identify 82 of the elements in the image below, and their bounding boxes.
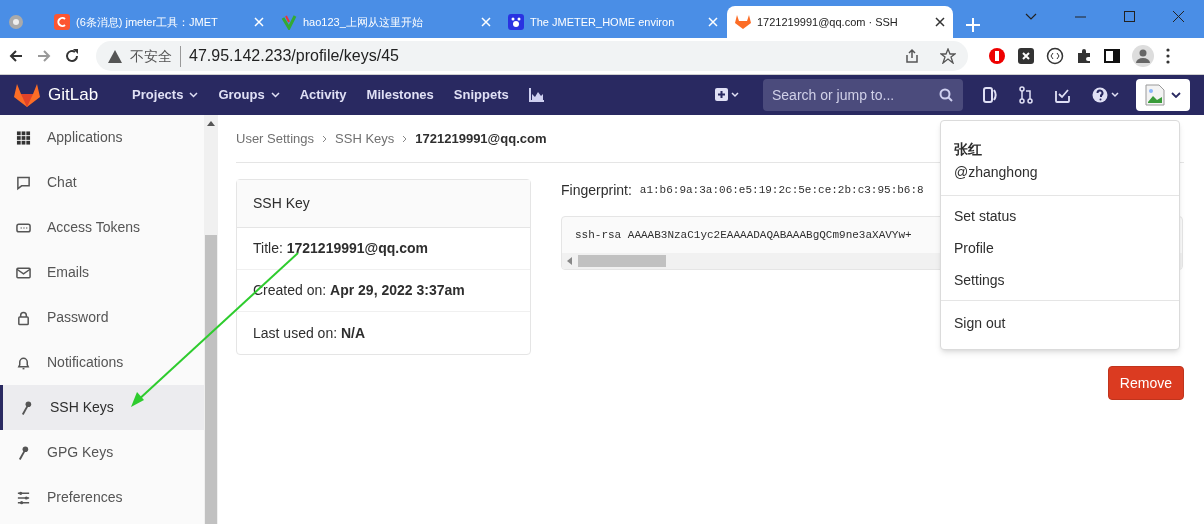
menu-item[interactable]: Set status [941, 200, 1179, 232]
breadcrumb-link[interactable]: SSH Keys [335, 128, 395, 149]
forward-icon[interactable] [36, 48, 52, 64]
extension-icon[interactable] [1018, 48, 1034, 64]
help-icon[interactable] [1092, 87, 1120, 103]
info-row-text: Last used on: N/A [253, 323, 366, 343]
warning-icon [108, 49, 122, 63]
scrollbar-thumb[interactable] [578, 255, 666, 267]
menu-item[interactable]: Settings [941, 264, 1179, 296]
fox-logo-icon[interactable] [14, 83, 40, 107]
sidebar-item[interactable]: Notifications [0, 340, 204, 385]
sidebar-item[interactable]: Chat [0, 160, 204, 205]
sidebar-item[interactable]: Emails [0, 250, 204, 295]
key-icon [19, 399, 34, 416]
sidebar-item[interactable]: Access Tokens [0, 205, 204, 250]
sidebar-item[interactable]: Password [0, 295, 204, 340]
sidebar-item[interactable]: Preferences [0, 475, 204, 520]
username: @zhanghong [954, 163, 1039, 182]
chevron-right-icon [402, 134, 408, 143]
nav-link[interactable]: Groups [218, 85, 280, 105]
breadcrumb-link[interactable]: User Settings [236, 128, 315, 149]
breadcrumb-current[interactable]: 1721219991@qq.com [415, 128, 547, 149]
share-icon[interactable] [904, 48, 920, 64]
favicon-icon [8, 14, 24, 30]
favicon-icon [54, 14, 70, 30]
broken-image-icon [1145, 84, 1165, 106]
sidebar-icon[interactable] [1104, 48, 1120, 64]
chevron-down-icon[interactable] [1025, 13, 1037, 20]
browser-tab[interactable]: 1721219991@qq.com · SSH [727, 6, 953, 38]
grid-icon [16, 129, 31, 146]
chart-icon[interactable] [528, 88, 544, 102]
panel-icon[interactable] [983, 87, 997, 103]
search-field[interactable]: Search or jump to... [763, 79, 963, 111]
chevron-right-icon [322, 134, 328, 143]
nav-link[interactable]: Projects [132, 85, 199, 105]
favicon-icon [508, 14, 524, 30]
fingerprint-label: Fingerprint: [561, 180, 632, 200]
plus-icon[interactable] [715, 88, 741, 102]
caret-icon [270, 92, 280, 98]
merge-request-icon[interactable] [1019, 86, 1033, 104]
nav-link[interactable]: Milestones [366, 85, 434, 105]
puzzle-icon[interactable] [1076, 48, 1092, 64]
sidebar-item[interactable]: GPG Keys [0, 430, 204, 475]
extension-icon[interactable] [1046, 47, 1064, 65]
sidebar-item[interactable]: SSH Keys [0, 385, 204, 430]
sliders-icon [16, 489, 31, 506]
menu-icon[interactable] [1166, 48, 1170, 64]
remove-button[interactable]: Remove [1107, 366, 1184, 400]
scroll-up-icon[interactable] [207, 121, 215, 126]
favicon-icon [281, 14, 297, 30]
card-heading: SSH Key [237, 180, 530, 228]
user-name: 张红 [954, 140, 983, 159]
key-icon [16, 444, 31, 461]
address-bar[interactable]: 不安全 47.95.142.233/profile/keys/45 [96, 41, 968, 71]
nav-link[interactable]: Snippets [453, 85, 509, 105]
menu-item[interactable]: Profile [941, 232, 1179, 264]
scroll-left-icon[interactable] [567, 257, 572, 265]
brand-name[interactable]: GitLab [48, 82, 99, 108]
avatar-button[interactable] [1136, 79, 1190, 111]
new-tab-icon[interactable] [966, 18, 980, 32]
star-icon[interactable] [940, 48, 956, 64]
close-icon[interactable] [935, 17, 945, 27]
sidebar-item[interactable]: Applications [0, 115, 204, 160]
favicon-icon [735, 14, 751, 30]
public-key-text: ssh-rsa AAAAB3NzaC1yc2EAAAADAQABAAABgQCm9ne3aXAVYw+ [575, 227, 912, 243]
caret-icon [189, 92, 199, 98]
menu-item[interactable]: Sign out [941, 300, 1179, 341]
caret-icon [1171, 92, 1181, 98]
back-icon[interactable] [8, 48, 24, 64]
reload-icon[interactable] [64, 48, 80, 64]
nav-link[interactable]: Activity [299, 85, 347, 105]
scrollbar-thumb[interactable] [205, 235, 217, 524]
info-row-text: Title: 1721219991@qq.com [253, 239, 428, 258]
chat-icon [16, 174, 31, 191]
search-icon [939, 88, 953, 102]
fingerprint-value: a1:b6:9a:3a:06:e5:19:2c:5e:ce:2b:c3:95:b6:8 [639, 182, 924, 198]
maximize-icon[interactable] [1124, 11, 1135, 22]
url-text: 47.95.142.233/profile/keys/45 [189, 46, 399, 66]
profile-icon[interactable] [1132, 45, 1154, 67]
todo-icon[interactable] [1055, 87, 1070, 103]
security-label: 不安全 [130, 45, 181, 67]
lock-icon [16, 309, 31, 326]
